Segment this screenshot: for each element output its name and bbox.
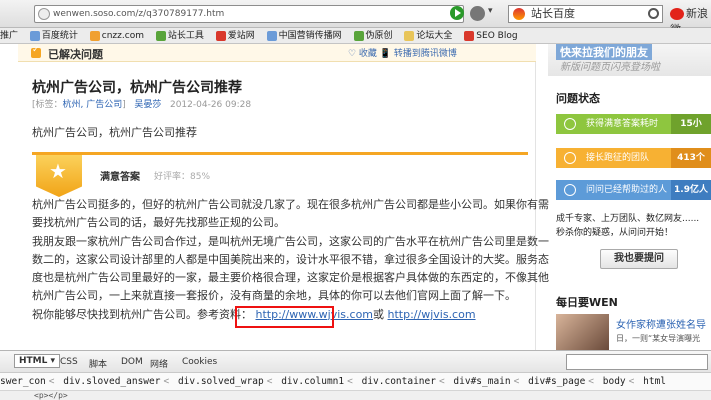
promo-text: 成千专家、上万团队、数亿网友...... 秒杀你的疑惑，从问问开始！ — [556, 214, 700, 238]
devtools-panel: HTML ▾ CSS 脚本 DOM 网络 Cookies swer_con < d… — [0, 350, 711, 400]
answer-line: 我朋友跟一家杭州广告公司合作过，是叫杭州无境广告公司，这家公司的广告水平在杭州广… — [32, 234, 549, 248]
breadcrumb-item[interactable]: div#s_main — [453, 376, 510, 387]
daily-title: 每日要WEN — [556, 296, 618, 309]
stat-teams: 接长跑征的团队 413个 — [556, 148, 711, 168]
bookmark-star-icon[interactable] — [470, 6, 485, 21]
bookmark-item[interactable]: 推广 — [0, 28, 18, 43]
bookmark-item[interactable]: 中国营销传播网 — [266, 28, 342, 43]
search-box[interactable]: 站长百度 — [508, 5, 663, 23]
breadcrumb-item[interactable]: html — [643, 376, 666, 387]
breadcrumb-item[interactable]: swer_con — [0, 376, 46, 387]
stat-time: 获得满意答案耗时 15小 — [556, 114, 711, 134]
page-content: 已解决问题 ♡ 收藏 📱 转播到腾讯微博 杭州广告公司，杭州广告公司推荐 [标签… — [0, 44, 711, 350]
tag-links[interactable]: 杭州, 广告公司 — [63, 100, 123, 110]
praise-rate: 好评率：85% — [154, 172, 211, 182]
site-icon — [353, 30, 364, 41]
tab-net[interactable]: 网络 — [150, 357, 168, 370]
news-snippet: 日，一则“某女导演曝光 — [616, 334, 701, 343]
baidu-icon — [29, 30, 40, 41]
answer-line: 杭州广告公司，一上来就直接一套报价，没有商量的余地，具体的你可以去他们官网上面了… — [32, 289, 516, 303]
dom-breadcrumb: swer_con < div.sloved_answer < div.solved_… — [0, 373, 711, 391]
ask-question-button[interactable]: 我也要提问 — [600, 249, 678, 269]
main-column: 已解决问题 ♡ 收藏 📱 转播到腾讯微博 杭州广告公司，杭州广告公司推荐 [标签… — [18, 44, 549, 350]
author-link[interactable]: 吴晏莎 — [134, 100, 161, 110]
weibo-icon — [670, 8, 684, 20]
breadcrumb-item[interactable]: div.solved_wrap — [178, 376, 264, 387]
people-icon — [564, 184, 576, 196]
divider — [32, 152, 528, 155]
clock-icon — [564, 118, 576, 130]
tab-cookies[interactable]: Cookies — [182, 357, 217, 367]
dropdown-arrow-icon[interactable]: ▾ — [488, 6, 493, 16]
breadcrumb-item[interactable]: div.container — [362, 376, 436, 387]
reference-link-2[interactable]: http://wjvis.com — [388, 308, 476, 321]
best-answer-label: 满意答案 — [100, 172, 140, 183]
news-headline[interactable]: 女作家称遭张姓名导 — [616, 316, 706, 331]
banner-line-2: 新版问题页闪亮登场啦 — [560, 62, 660, 73]
tools-icon — [155, 30, 166, 41]
site-favicon-icon — [38, 8, 50, 20]
answer-header: 满意答案 好评率：85% — [32, 152, 532, 197]
browser-toolbar: wenwen.soso.com/z/q370789177.htm ▾ 站长百度 … — [0, 0, 711, 36]
page-title: 杭州广告公司，杭州广告公司推荐 — [32, 80, 242, 96]
promo-banner[interactable]: 快来拉我们的朋友 新版问题页闪亮登场啦 — [548, 44, 711, 76]
tab-script[interactable]: 脚本 — [89, 357, 107, 370]
bookmark-item[interactable]: 百度统计 — [29, 28, 78, 43]
bookmark-item[interactable]: 伪原创 — [353, 28, 393, 43]
cnzz-icon — [89, 30, 100, 41]
bookmark-item[interactable]: 站长工具 — [155, 28, 204, 43]
question-meta: [标签：杭州, 广告公司] 吴晏莎 2012-04-26 09:28 — [32, 100, 252, 110]
tab-dom[interactable]: DOM — [121, 357, 143, 367]
site-icon — [266, 30, 277, 41]
search-engine-icon — [513, 8, 525, 20]
star-badge-icon — [36, 155, 82, 197]
breadcrumb-item[interactable]: div.sloved_answer — [63, 376, 160, 387]
share-actions[interactable]: ♡ 收藏 📱 转播到腾讯微博 — [348, 46, 457, 59]
tab-css[interactable]: CSS — [60, 357, 78, 367]
answer-line: 数二的，这家公司设计部里的人都是中国美院出来的，设计水平很不错，拿过很多全国设计… — [32, 252, 549, 266]
breadcrumb-item[interactable]: div#s_page — [528, 376, 585, 387]
bookmarks-bar: 推广 百度统计 cnzz.com 站长工具 爱站网 中国营销传播网 伪原创 论坛… — [0, 28, 711, 44]
answer-line: 杭州广告公司挺多的，但好的杭州广告公司就没几家了。现在很多杭州广告公司都是些小公… — [32, 198, 549, 211]
bookmark-item[interactable]: SEO Blog — [464, 28, 518, 43]
source-line: <p></p> — [34, 391, 68, 400]
sidebar: 快来拉我们的朋友 新版问题页闪亮登场啦 问题状态 获得满意答案耗时 15小 接长… — [548, 44, 711, 350]
tab-html[interactable]: HTML ▾ — [14, 354, 61, 368]
checkmark-icon — [31, 45, 41, 58]
stat-helped: 问问已经帮助过的人 1.9亿人 — [556, 180, 711, 200]
answer-body: 杭州广告公司挺多的，但好的杭州广告公司就没几家了。现在很多杭州广告公司都是些小公… — [32, 196, 549, 324]
post-date: 2012-04-26 09:28 — [169, 100, 252, 110]
bookmark-item[interactable]: 爱站网 — [215, 28, 255, 43]
solved-label: 已解决问题 — [48, 48, 103, 61]
solved-header: 已解决问题 ♡ 收藏 📱 转播到腾讯微博 — [18, 44, 536, 62]
address-text: wenwen.soso.com/z/q370789177.htm — [53, 9, 225, 19]
breadcrumb-item[interactable]: body — [603, 376, 626, 387]
address-bar[interactable]: wenwen.soso.com/z/q370789177.htm — [34, 5, 464, 23]
status-title: 问题状态 — [556, 92, 600, 105]
search-engine-label: 站长百度 — [531, 7, 575, 20]
go-arrow-icon[interactable] — [450, 6, 464, 20]
team-icon — [564, 152, 576, 164]
bookmark-item[interactable]: cnzz.com — [89, 28, 144, 43]
aizhan-icon — [215, 30, 226, 41]
question-body: 杭州广告公司，杭州广告公司推荐 — [32, 126, 197, 139]
folder-icon — [404, 30, 415, 41]
breadcrumb-item[interactable]: div.column1 — [281, 376, 344, 387]
search-icon[interactable] — [648, 8, 659, 19]
devtools-toolbar: HTML ▾ CSS 脚本 DOM 网络 Cookies — [0, 351, 711, 373]
highlight-box — [235, 306, 334, 328]
bookmark-item[interactable]: 论坛大全 — [404, 28, 452, 43]
news-thumbnail[interactable] — [556, 314, 609, 350]
answer-line: 要找杭州广告公司的话，最好先找那些正规的公司。 — [32, 216, 285, 230]
devtools-search-input[interactable] — [566, 354, 708, 370]
answer-line: 度也是杭州广告公司里最好的一家，最主要价格很合理，这家定价是根据客户具体做的东西… — [32, 271, 549, 285]
seo-icon — [464, 30, 475, 41]
